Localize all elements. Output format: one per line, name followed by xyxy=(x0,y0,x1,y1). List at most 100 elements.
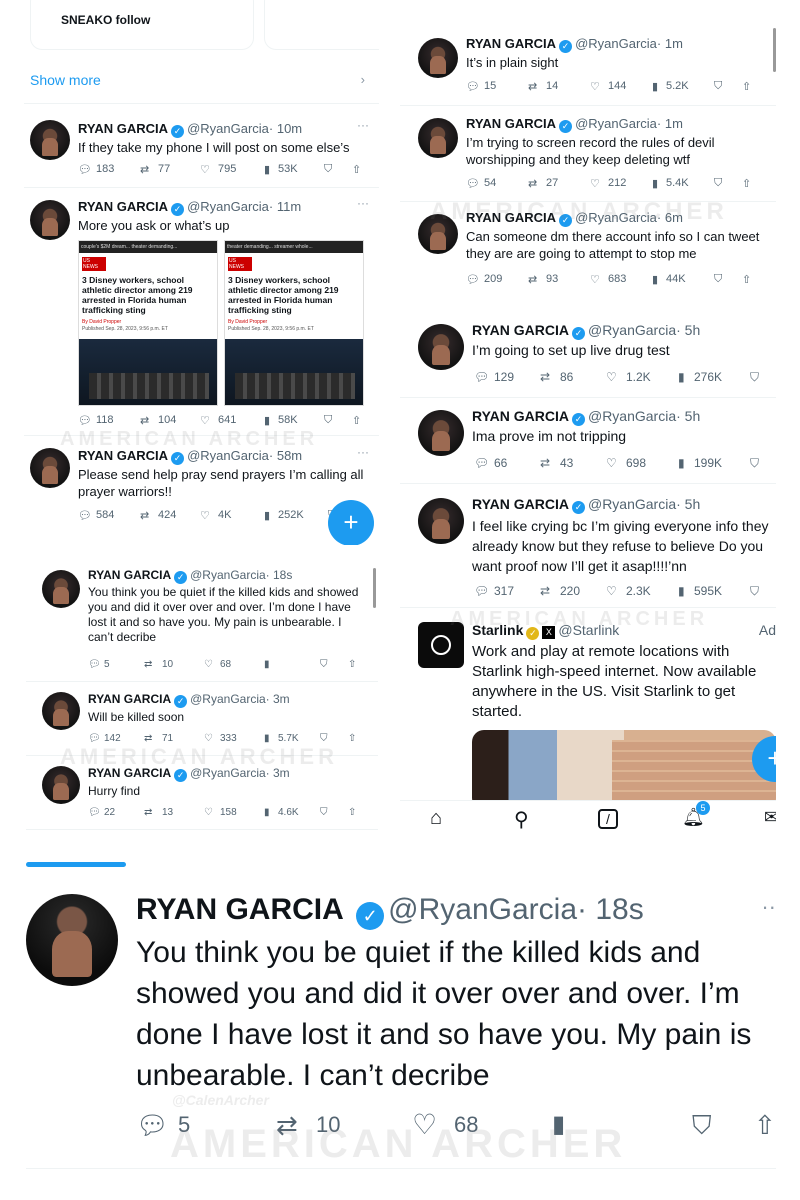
views-icon[interactable]: ▮ xyxy=(264,807,270,818)
like-icon[interactable]: ♡ xyxy=(204,807,213,818)
reply-icon[interactable]: 💬︎ xyxy=(78,163,92,176)
views-icon[interactable]: ▮ xyxy=(264,733,270,744)
search-icon[interactable]: ⚲ xyxy=(514,807,529,832)
like-icon[interactable]: ♡ xyxy=(204,659,213,670)
author-handle[interactable]: @RyanGarcia xyxy=(190,692,266,706)
grok-icon[interactable]: / xyxy=(598,809,618,829)
retweet-icon[interactable]: ⇄ xyxy=(528,80,537,93)
author-handle[interactable]: @RyanGarcia xyxy=(588,322,676,338)
retweet-icon[interactable]: ⇄ xyxy=(144,659,152,670)
tweet[interactable]: RYAN GARCIA ✓ @RyanGarcia· 5h Ima prove im… xyxy=(400,398,776,484)
retweet-icon[interactable]: ⇄ xyxy=(144,807,152,818)
promoted-tweet[interactable]: Starlink ✓ X @Starlink Ad Work and play at … xyxy=(400,608,776,810)
retweet-icon[interactable]: ⇄ xyxy=(540,456,550,470)
views-icon[interactable]: ▮ xyxy=(678,370,685,384)
bookmark-icon[interactable]: ⛉ xyxy=(750,584,759,599)
author-name[interactable]: RYAN GARCIA xyxy=(472,408,569,424)
timestamp[interactable]: · 3m xyxy=(266,766,290,780)
like-icon[interactable]: ♡ xyxy=(590,80,600,93)
reply-icon[interactable]: 💬︎ xyxy=(88,807,101,818)
tweet[interactable]: RYAN GARCIA ✓ @RyanGarcia· 5h I’m going to… xyxy=(400,312,776,398)
retweet-icon[interactable]: ⇄ xyxy=(144,733,152,744)
like-icon[interactable]: ♡ xyxy=(200,509,210,522)
author-name[interactable]: RYAN GARCIA xyxy=(78,448,168,463)
retweet-icon[interactable]: ⇄ xyxy=(276,1110,298,1141)
bookmark-icon[interactable]: ⛉ xyxy=(714,273,722,286)
avatar[interactable] xyxy=(30,448,70,488)
like-icon[interactable]: ♡ xyxy=(204,733,213,744)
tweet[interactable]: RYAN GARCIA ✓ @RyanGarcia· 1m It’s in plai… xyxy=(400,26,776,106)
author-handle[interactable]: @RyanGarcia xyxy=(187,199,269,214)
bookmark-icon[interactable]: ⛉ xyxy=(320,733,328,744)
retweet-icon[interactable]: ⇄ xyxy=(140,509,149,522)
reply-icon[interactable]: 💬︎ xyxy=(474,584,489,598)
avatar[interactable] xyxy=(418,118,458,158)
avatar[interactable] xyxy=(30,200,70,240)
follow-card[interactable]: SNEAKO follow xyxy=(30,0,254,50)
author-name[interactable]: RYAN GARCIA xyxy=(78,199,168,214)
starlink-logo[interactable] xyxy=(418,622,464,668)
timestamp[interactable]: · 10m xyxy=(269,121,302,136)
bookmark-icon[interactable]: ⛉ xyxy=(692,1110,712,1142)
avatar[interactable] xyxy=(42,570,80,608)
timestamp[interactable]: · 3m xyxy=(266,692,290,706)
retweet-icon[interactable]: ⇄ xyxy=(540,584,550,598)
views-icon[interactable]: ▮ xyxy=(264,659,270,670)
views-icon[interactable]: ▮ xyxy=(652,273,658,286)
author-name[interactable]: RYAN GARCIA xyxy=(88,766,171,780)
views-icon[interactable]: ▮ xyxy=(264,163,270,176)
reply-icon[interactable]: 💬︎ xyxy=(78,414,92,427)
like-icon[interactable]: ♡ xyxy=(590,177,600,190)
retweet-icon[interactable]: ⇄ xyxy=(140,163,149,176)
ad-image[interactable] xyxy=(472,730,776,810)
follow-card-2[interactable] xyxy=(264,0,379,50)
views-icon[interactable]: ▮ xyxy=(264,509,270,522)
ad-handle[interactable]: @Starlink xyxy=(558,622,619,638)
like-icon[interactable]: ♡ xyxy=(200,414,210,427)
author-name[interactable]: RYAN GARCIA xyxy=(88,568,171,582)
tweet[interactable]: RYAN GARCIA ✓ @RyanGarcia· 10m ··· If they… xyxy=(24,106,379,188)
author-name[interactable]: RYAN GARCIA xyxy=(466,210,556,225)
share-icon[interactable]: ⇧ xyxy=(348,659,356,670)
views-icon[interactable]: ▮ xyxy=(652,177,658,190)
tweet[interactable]: RYAN GARCIA ✓ @RyanGarcia· 18s You think y… xyxy=(26,560,378,682)
author-name[interactable]: RYAN GARCIA xyxy=(88,692,171,706)
like-icon[interactable]: ♡ xyxy=(200,163,210,176)
home-icon[interactable]: ⌂ xyxy=(430,807,442,830)
bookmark-icon[interactable]: ⛉ xyxy=(324,414,332,427)
tweet[interactable]: RYAN GARCIA ✓ @RyanGarcia· 1m I’m trying t… xyxy=(400,106,776,202)
author-name[interactable]: RYAN GARCIA xyxy=(136,893,344,926)
reply-icon[interactable]: 💬︎ xyxy=(78,509,92,522)
avatar[interactable] xyxy=(418,324,464,370)
timestamp[interactable]: · 5h xyxy=(676,408,700,424)
timestamp[interactable]: · 11m xyxy=(269,199,301,214)
author-handle[interactable]: @RyanGarcia xyxy=(575,210,657,225)
attached-image-2[interactable]: theater demanding... streamer whole... U… xyxy=(224,240,364,406)
author-handle[interactable]: @RyanGarcia xyxy=(190,568,266,582)
views-icon[interactable]: ▮ xyxy=(678,456,685,470)
avatar[interactable] xyxy=(418,38,458,78)
timestamp[interactable]: · 58m xyxy=(269,448,302,463)
more-options-icon[interactable]: ··· xyxy=(357,445,369,459)
timestamp[interactable]: · 6m xyxy=(657,210,683,225)
like-icon[interactable]: ♡ xyxy=(412,1108,437,1141)
reply-icon[interactable]: 💬︎ xyxy=(466,177,480,190)
retweet-icon[interactable]: ⇄ xyxy=(528,273,537,286)
author-name[interactable]: RYAN GARCIA xyxy=(78,121,168,136)
tweet[interactable]: RYAN GARCIA ✓ @RyanGarcia· 11m ··· More yo… xyxy=(24,188,379,436)
avatar[interactable] xyxy=(26,894,118,986)
share-icon[interactable]: ⇧ xyxy=(742,80,751,93)
tweet[interactable]: RYAN GARCIA ✓ @RyanGarcia· 58m ··· Please … xyxy=(24,436,379,545)
share-icon[interactable]: ⇧ xyxy=(742,177,751,190)
views-icon[interactable]: ▮ xyxy=(652,80,658,93)
more-options-icon[interactable]: ··· xyxy=(357,118,369,132)
bookmark-icon[interactable]: ⛉ xyxy=(714,177,722,190)
more-options-icon[interactable]: ··· xyxy=(357,196,369,210)
retweet-icon[interactable]: ⇄ xyxy=(140,414,149,427)
reply-icon[interactable]: 💬︎ xyxy=(136,1110,169,1141)
author-handle[interactable]: @RyanGarcia xyxy=(588,408,676,424)
compose-button[interactable]: + xyxy=(328,500,374,545)
reply-icon[interactable]: 💬︎ xyxy=(88,659,101,670)
avatar[interactable] xyxy=(42,766,80,804)
share-icon[interactable]: ⇧ xyxy=(742,273,751,286)
